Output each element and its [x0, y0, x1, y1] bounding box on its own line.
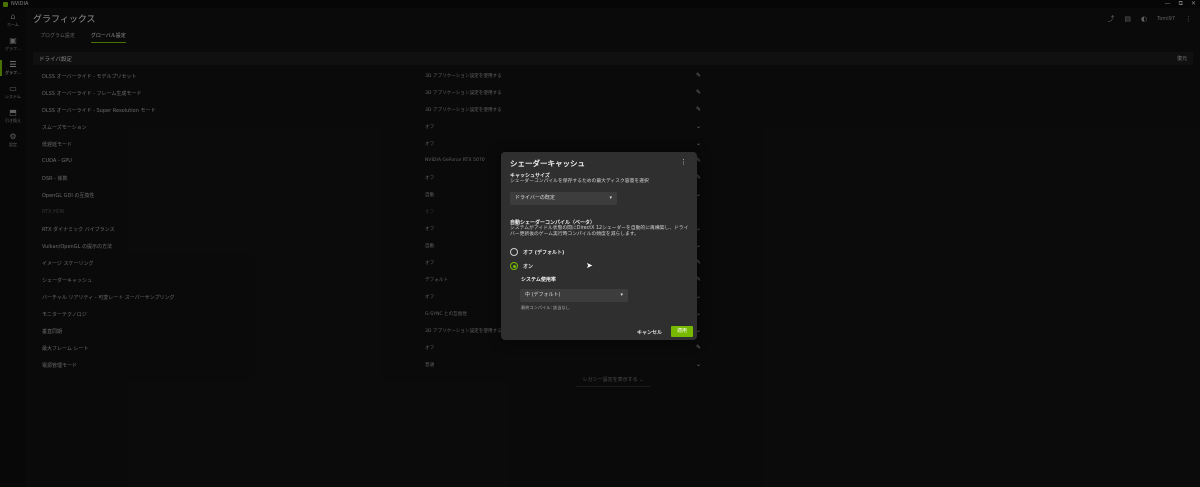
system-usage-value: 中 (デフォルト) [525, 292, 561, 298]
usage-label: システム使用率 [521, 277, 556, 283]
cancel-button[interactable]: キャンセル [637, 329, 662, 336]
dialog-title: シェーダーキャッシュ [510, 159, 585, 168]
auto-compile-heading: 自動シェーダーコンパイル（ベータ） [510, 220, 596, 226]
radio-circle-icon [510, 248, 518, 256]
radio-circle-icon [510, 262, 518, 270]
more-options-icon[interactable]: ⋮ [680, 158, 687, 166]
radio-on[interactable]: オン [510, 262, 533, 270]
radio-label: オン [523, 263, 534, 270]
cache-size-description: シェーダーコンパイルを保存するための最大ディスク容量を選択 [510, 179, 649, 184]
radio-off-default[interactable]: オフ (デフォルト) [510, 248, 564, 256]
dropdown-arrow-icon: ▾ [609, 195, 612, 201]
last-compile-text: 最終コンパイル: 該当なし [521, 305, 570, 310]
system-usage-dropdown[interactable]: 中 (デフォルト) ▾ [520, 289, 628, 302]
shader-cache-dialog: シェーダーキャッシュ ⋮ キャッシュサイズ シェーダーコンパイルを保存するための… [501, 152, 697, 340]
mouse-cursor-icon: ➤ [586, 261, 593, 270]
radio-label: オフ (デフォルト) [523, 249, 565, 256]
cache-size-dropdown[interactable]: ドライバーの既定 ▾ [510, 192, 617, 205]
auto-compile-description: システムがアイドル状態の間にDirectX 12シェーダーを自動的に再構築し、ド… [510, 226, 689, 237]
apply-button[interactable]: 適用 [671, 326, 693, 337]
dropdown-arrow-icon: ▾ [620, 292, 623, 298]
cache-size-heading: キャッシュサイズ [510, 173, 550, 179]
cache-size-value: ドライバーの既定 [515, 195, 555, 201]
